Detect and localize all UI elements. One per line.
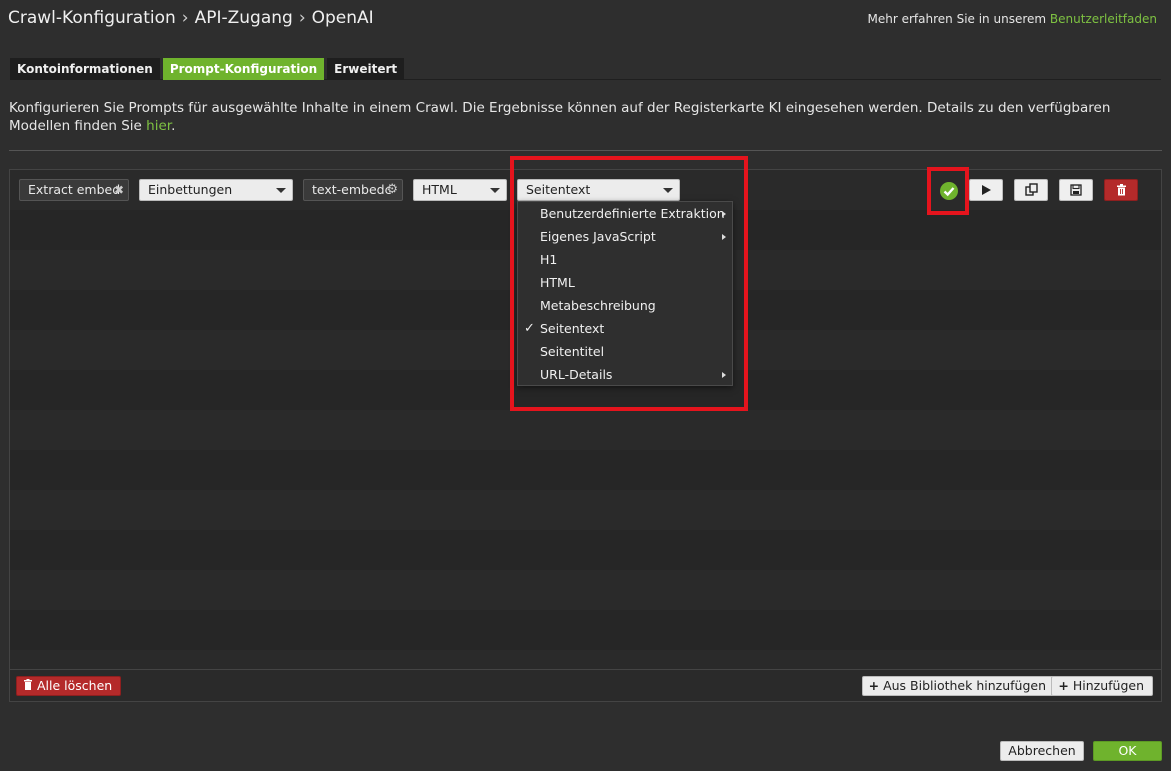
play-icon [980, 181, 992, 200]
breadcrumb: Crawl-Konfiguration › API-Zugang › OpenAI [8, 8, 374, 28]
caret-down-icon [490, 188, 500, 193]
menu-item-label: HTML [540, 275, 575, 290]
caret-down-icon [663, 188, 673, 193]
clear-all-label: Alle löschen [36, 678, 113, 693]
trash-icon [1116, 181, 1127, 200]
delete-button[interactable] [1104, 179, 1138, 201]
clear-all-button[interactable]: Alle löschen [16, 676, 122, 696]
submenu-arrow-icon [722, 234, 726, 240]
tab-prompt-config[interactable]: Prompt-Konfiguration [162, 58, 325, 80]
prompt-type-select[interactable]: Einbettungen [139, 179, 293, 201]
add-label: Hinzufügen [1072, 678, 1144, 693]
menu-item-label: Benutzerdefinierte Extraktion [540, 206, 725, 221]
content-value: Seitentext [526, 182, 591, 197]
table-row [10, 410, 1161, 450]
ok-button[interactable]: OK [1093, 741, 1162, 761]
add-from-library-label: Aus Bibliothek hinzufügen [883, 678, 1046, 693]
save-icon [1070, 181, 1082, 200]
menu-item-page-text[interactable]: ✓ Seitentext [518, 317, 732, 340]
content-select[interactable]: Seitentext [517, 179, 680, 201]
model-value: text-embedc [312, 182, 392, 197]
format-select[interactable]: HTML [413, 179, 507, 201]
breadcrumb-item-openai: OpenAI [311, 8, 374, 28]
tab-advanced[interactable]: Erweitert [327, 58, 405, 80]
prompt-name-field[interactable]: Extract embed ✖ [19, 179, 129, 201]
run-button[interactable] [969, 179, 1003, 201]
menu-item-label: Metabeschreibung [540, 298, 656, 313]
panel-footer: Alle löschen + Aus Bibliothek hinzufügen… [10, 669, 1161, 701]
breadcrumb-item-api-access[interactable]: API-Zugang [195, 8, 293, 28]
add-from-library-button[interactable]: + Aus Bibliothek hinzufügen [861, 676, 1055, 696]
menu-item-page-title[interactable]: Seitentitel [518, 340, 732, 363]
menu-item-meta-description[interactable]: Metabeschreibung [518, 294, 732, 317]
tab-bar: Kontoinformationen Prompt-Konfiguration … [10, 58, 1161, 80]
prompt-type-value: Einbettungen [148, 182, 233, 197]
check-circle-icon [939, 181, 959, 201]
add-button[interactable]: + Hinzufügen [1051, 676, 1153, 696]
breadcrumb-separator: › [181, 8, 189, 28]
description: Konfigurieren Sie Prompts für ausgewählt… [9, 99, 1154, 135]
help-prefix: Mehr erfahren Sie in unserem [867, 12, 1047, 26]
table-row [10, 450, 1161, 490]
menu-item-h1[interactable]: H1 [518, 248, 732, 271]
table-row [10, 530, 1161, 570]
table-row [10, 650, 1161, 670]
table-row [10, 610, 1161, 650]
checkmark-icon: ✓ [524, 321, 535, 336]
model-field[interactable]: text-embedc ⚙ [303, 179, 403, 201]
menu-item-custom-extraction[interactable]: Benutzerdefinierte Extraktion [518, 202, 732, 225]
menu-item-label: H1 [540, 252, 558, 267]
table-row [10, 570, 1161, 610]
breadcrumb-separator: › [298, 8, 306, 28]
content-dropdown-menu: Benutzerdefinierte Extraktion Eigenes Ja… [517, 201, 733, 386]
plus-icon: + [1058, 678, 1069, 693]
submenu-arrow-icon [722, 211, 726, 217]
menu-item-html[interactable]: HTML [518, 271, 732, 294]
submenu-arrow-icon [722, 372, 726, 378]
menu-item-url-details[interactable]: URL-Details [518, 363, 732, 386]
description-suffix: . [171, 118, 176, 134]
user-guide-link[interactable]: Benutzerleitfaden [1050, 12, 1157, 26]
format-value: HTML [422, 182, 457, 197]
tab-account-info[interactable]: Kontoinformationen [10, 58, 160, 80]
cancel-button[interactable]: Abbrechen [1000, 741, 1084, 761]
menu-item-custom-javascript[interactable]: Eigenes JavaScript [518, 225, 732, 248]
close-icon[interactable]: ✖ [114, 180, 124, 200]
menu-item-label: Seitentext [540, 321, 605, 336]
gear-icon[interactable]: ⚙ [386, 180, 398, 200]
copy-icon [1024, 181, 1038, 200]
menu-item-label: URL-Details [540, 367, 613, 382]
menu-item-label: Eigenes JavaScript [540, 229, 656, 244]
plus-icon: + [868, 678, 880, 693]
breadcrumb-item-crawl-config[interactable]: Crawl-Konfiguration [8, 8, 176, 28]
save-button[interactable] [1059, 179, 1093, 201]
divider [9, 150, 1162, 151]
models-link[interactable]: hier [146, 118, 171, 134]
duplicate-button[interactable] [1014, 179, 1048, 201]
trash-icon [23, 678, 37, 693]
table-row [10, 490, 1161, 530]
help-text: Mehr erfahren Sie in unserem Benutzerlei… [868, 12, 1157, 26]
prompt-name-value: Extract embed [28, 182, 121, 197]
menu-item-label: Seitentitel [540, 344, 605, 359]
caret-down-icon [276, 188, 286, 193]
